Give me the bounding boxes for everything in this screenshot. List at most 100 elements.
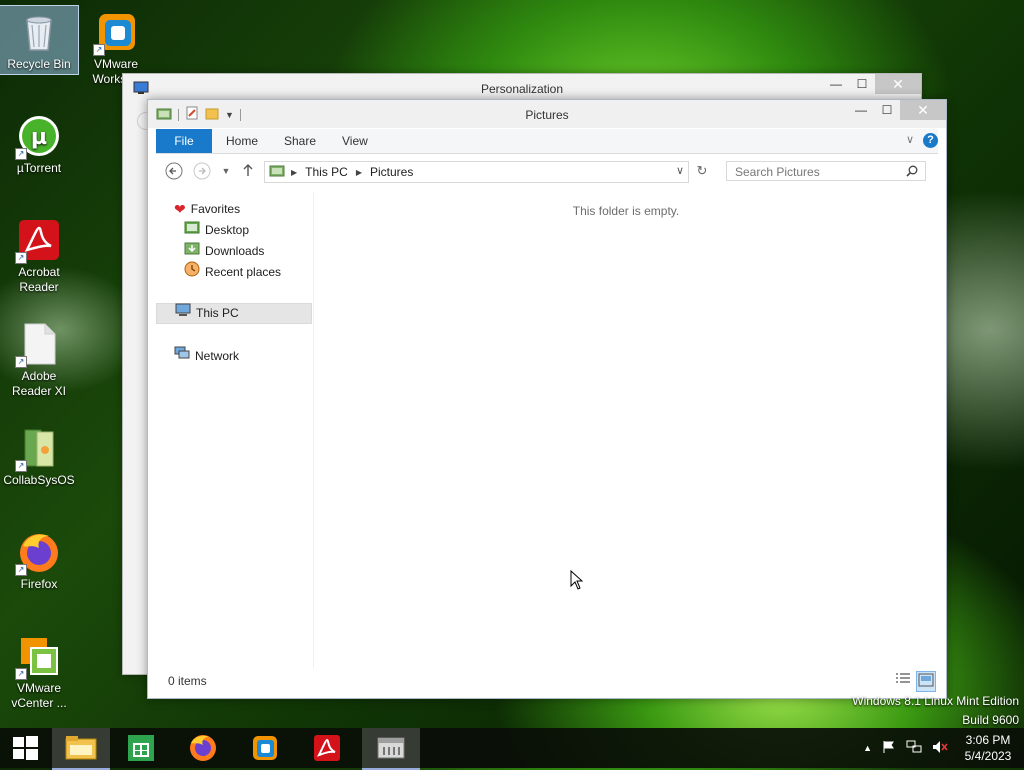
clock-date: 5/4/2023	[964, 749, 1012, 763]
nav-item-downloads[interactable]: Downloads	[184, 241, 264, 262]
maximize-button[interactable]: ☐	[849, 74, 875, 94]
document-file-icon: ↗	[15, 322, 61, 368]
clock[interactable]: 3:06 PM 5/4/2023	[958, 732, 1018, 764]
desktop-icon-collabsysos[interactable]: ↗ CollabSysOS	[0, 422, 78, 488]
recent-locations-chevron-icon[interactable]: ▼	[216, 162, 236, 182]
title-bar[interactable]: Personalization — ☐ ✕	[123, 74, 921, 102]
taskbar-file-explorer[interactable]	[52, 728, 110, 770]
taskbar-control-panel[interactable]	[362, 728, 420, 770]
recent-places-icon	[184, 261, 200, 284]
search-icon[interactable]	[906, 165, 918, 180]
control-panel-icon	[377, 737, 405, 759]
folder-icon	[269, 164, 285, 180]
desktop-icon-acrobat-reader[interactable]: ↗ Acrobat Reader	[0, 214, 78, 295]
desktop-icon-vmware-vcenter[interactable]: ↗ VMware vCenter ...	[0, 630, 78, 711]
details-view-icon[interactable]	[894, 671, 912, 692]
close-button[interactable]: ✕	[875, 74, 921, 94]
back-button[interactable]	[164, 162, 184, 182]
tab-share[interactable]: Share	[270, 129, 330, 153]
navigation-bar: ▼ ▶ This PC ▶ Pictures ∨ ↻ Search Pictur…	[156, 158, 938, 186]
forward-button[interactable]	[192, 162, 212, 182]
tab-file[interactable]: File	[156, 129, 212, 153]
explorer-window[interactable]: ▼ Pictures — ☐ ✕ File Home Share View ∨ …	[147, 99, 947, 699]
mouse-cursor-icon	[570, 569, 584, 593]
utorrent-icon: µ ↗	[15, 114, 61, 160]
nav-item-label: Desktop	[205, 223, 250, 237]
taskbar-firefox[interactable]	[174, 728, 232, 768]
shortcut-arrow-icon: ↗	[15, 252, 27, 264]
desktop-icon-label: µTorrent	[16, 161, 62, 175]
help-icon[interactable]: ?	[923, 133, 938, 148]
vmware-workstation-icon	[253, 736, 277, 760]
clock-time: 3:06 PM	[965, 733, 1011, 747]
firefox-icon: ↗	[15, 530, 61, 576]
navigation-pane: ❤ Favorites Desktop Downloads Recent pla…	[156, 192, 314, 668]
nav-item-desktop[interactable]: Desktop	[184, 220, 249, 241]
address-dropdown-chevron-icon[interactable]: ∨	[676, 164, 684, 177]
shortcut-arrow-icon: ↗	[15, 564, 27, 576]
expand-ribbon-chevron-icon[interactable]: ∨	[906, 133, 914, 146]
tab-view[interactable]: View	[328, 129, 382, 153]
window-title: Personalization	[480, 82, 564, 96]
desktop-icon-label: VMware vCenter ...	[11, 681, 67, 710]
nav-item-label: Network	[195, 349, 240, 363]
windows-logo-icon	[13, 736, 38, 760]
address-bar[interactable]: ▶ This PC ▶ Pictures ∨	[264, 161, 689, 183]
desktop-icon-adobe-reader-xi[interactable]: ↗ Adobe Reader XI	[0, 318, 78, 399]
start-button[interactable]	[0, 728, 50, 768]
desktop-icon-recycle-bin[interactable]: Recycle Bin	[0, 5, 79, 75]
action-center-flag-icon[interactable]	[882, 740, 896, 757]
acrobat-reader-icon	[314, 735, 340, 761]
network-icon	[174, 346, 190, 367]
nav-item-label: Downloads	[205, 244, 265, 258]
title-bar[interactable]: ▼ Pictures — ☐ ✕	[148, 100, 946, 128]
file-explorer-icon	[65, 736, 97, 760]
search-input[interactable]: Search Pictures	[726, 161, 926, 181]
firefox-icon	[190, 735, 216, 761]
desktop-icon-label: CollabSysOS	[3, 473, 75, 487]
volume-muted-icon[interactable]	[932, 740, 948, 757]
nav-item-favorites[interactable]: ❤ Favorites	[174, 199, 240, 220]
breadcrumb-separator-icon[interactable]: ▶	[356, 168, 362, 177]
shortcut-arrow-icon: ↗	[93, 44, 105, 56]
ribbon-tab-bar: File Home Share View ∨ ?	[156, 129, 938, 154]
minimize-button[interactable]: —	[823, 74, 849, 94]
desktop-icon-firefox[interactable]: ↗ Firefox	[0, 526, 78, 592]
up-button[interactable]	[238, 162, 258, 182]
breadcrumb-separator-icon[interactable]: ▶	[291, 168, 297, 177]
close-button[interactable]: ✕	[900, 100, 946, 120]
desktop-icon-label: Recycle Bin	[7, 57, 71, 71]
window-title: Pictures	[525, 108, 569, 122]
minimize-button[interactable]: —	[848, 100, 874, 120]
store-icon	[128, 735, 154, 761]
taskbar-vmware-workstation[interactable]	[236, 728, 294, 768]
taskbar: ▲ 3:06 PM 5/4/2023	[0, 728, 1024, 770]
nav-item-this-pc[interactable]: This PC	[156, 303, 312, 324]
item-count: 0 items	[168, 674, 207, 688]
show-hidden-icons-chevron-icon[interactable]: ▲	[863, 743, 872, 753]
network-status-icon[interactable]	[906, 740, 922, 757]
desktop-icon-utorrent[interactable]: µ ↗ µTorrent	[0, 110, 78, 176]
desktop-icon-label: Adobe Reader XI	[11, 369, 67, 398]
desktop-icon-label: Acrobat Reader	[18, 265, 60, 294]
desktop-folder-icon	[184, 220, 200, 241]
large-icons-view-icon[interactable]	[916, 671, 936, 692]
downloads-folder-icon	[184, 241, 200, 262]
empty-folder-message: This folder is empty.	[572, 204, 680, 218]
taskbar-acrobat-reader[interactable]	[298, 728, 356, 768]
taskbar-store[interactable]	[112, 728, 170, 768]
nav-item-recent-places[interactable]: Recent places	[184, 261, 282, 284]
nav-item-label: Recent places	[205, 265, 282, 279]
vmware-workstation-icon: ↗	[93, 10, 139, 56]
nav-item-network[interactable]: Network	[174, 346, 239, 367]
os-build-watermark: Windows 8.1 Linux Mint Edition Build 960…	[852, 692, 1019, 730]
breadcrumb-this-pc[interactable]: This PC	[305, 165, 348, 179]
nav-item-label: This PC	[196, 306, 239, 320]
maximize-button[interactable]: ☐	[874, 100, 900, 120]
svg-text:µ: µ	[31, 125, 47, 150]
breadcrumb-pictures[interactable]: Pictures	[370, 165, 413, 179]
refresh-icon[interactable]: ↻	[692, 162, 712, 182]
nav-item-label: Favorites	[190, 202, 241, 216]
tab-home[interactable]: Home	[212, 129, 272, 153]
shortcut-arrow-icon: ↗	[15, 148, 27, 160]
